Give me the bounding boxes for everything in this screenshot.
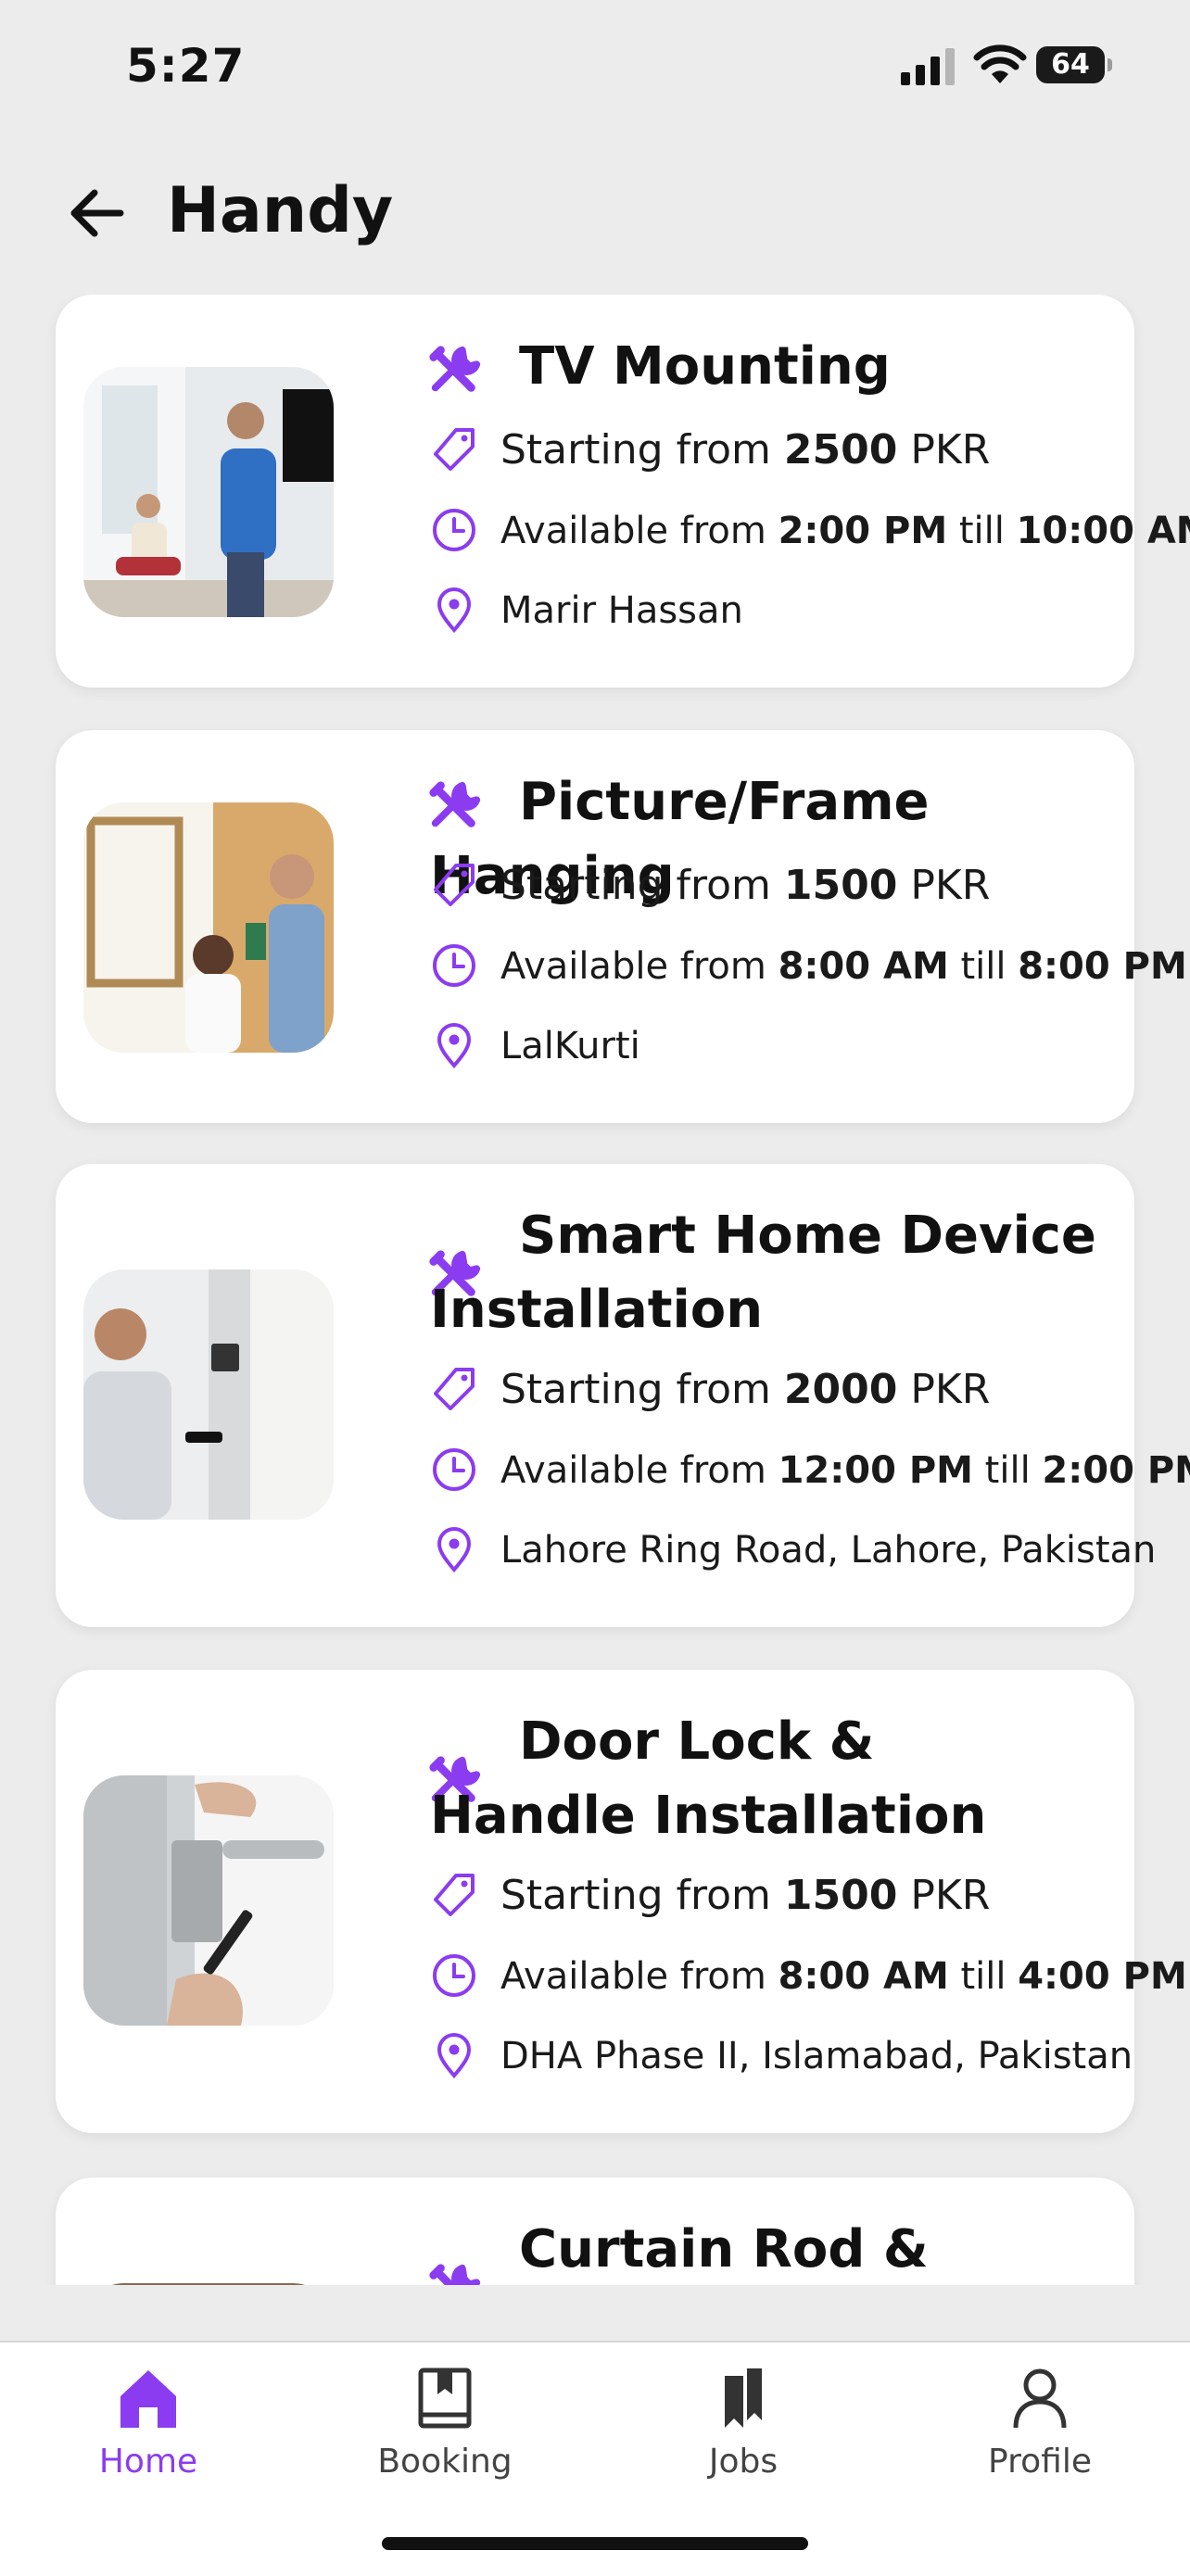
bottom-nav: Home Booking Jobs Profile	[0, 2341, 1190, 2576]
price-tag-icon	[434, 864, 475, 906]
availability-text: Available from 2:00 PM till 10:00 AM	[500, 510, 1190, 552]
availability-text: Available from 8:00 AM till 4:00 PM	[500, 1955, 1187, 1998]
battery-icon: 64	[1036, 46, 1112, 85]
battery-level: 64	[1036, 46, 1105, 83]
service-thumbnail	[83, 1269, 334, 1520]
price-tag-icon	[434, 1874, 475, 1916]
person-icon	[1013, 2368, 1067, 2429]
price-text: Starting from 1500 PKR	[500, 1872, 991, 1919]
back-arrow-icon[interactable]	[63, 180, 130, 246]
price-tag-icon	[434, 428, 475, 471]
nav-profile[interactable]: Profile	[938, 2361, 1142, 2500]
service-card[interactable]: Door Lock & Handle Installation Starting…	[56, 1670, 1187, 2133]
service-card[interactable]: Curtain Rod & Blinds	[56, 2178, 1134, 2285]
status-bar: 5:27 64	[0, 0, 1190, 139]
service-thumbnail	[83, 802, 334, 1053]
nav-jobs[interactable]: Jobs	[641, 2361, 845, 2500]
service-card[interactable]: Picture/Frame Hanging Starting from 1500…	[56, 730, 1187, 1123]
service-title: Curtain Rod & Blinds	[519, 2219, 929, 2279]
bookmarks-icon	[725, 2368, 762, 2428]
location-pin-icon	[437, 1527, 472, 1573]
service-list[interactable]: TV Mounting Starting from 2500 PKR Avail…	[0, 295, 1190, 2285]
location-pin-icon	[437, 1023, 472, 1069]
service-title: Smart Home Device Installation	[430, 1206, 1096, 1340]
location-text: Lahore Ring Road, Lahore, Pakistan	[500, 1529, 1157, 1572]
price-text: Starting from 1500 PKR	[500, 862, 991, 909]
nav-label: Booking	[377, 2443, 513, 2481]
nav-home[interactable]: Home	[46, 2361, 250, 2500]
location-text: Marir Hassan	[500, 589, 743, 632]
service-thumbnail	[83, 2283, 334, 2285]
cellular-signal-icon	[901, 48, 955, 85]
book-icon	[418, 2368, 472, 2429]
clock-icon	[433, 1954, 475, 1997]
nav-booking[interactable]: Booking	[343, 2361, 547, 2500]
location-text: LalKurti	[500, 1025, 640, 1067]
service-card[interactable]: Smart Home Device Installation Starting …	[56, 1164, 1190, 1627]
price-text: Starting from 2000 PKR	[500, 1366, 991, 1413]
clock-icon	[433, 509, 475, 551]
service-card[interactable]: TV Mounting Starting from 2500 PKR Avail…	[56, 295, 1190, 688]
location-pin-icon	[437, 2033, 472, 2079]
service-title: Door Lock & Handle Installation	[430, 1711, 987, 1846]
location-pin-icon	[437, 587, 472, 634]
nav-label: Home	[98, 2443, 198, 2481]
nav-label: Jobs	[708, 2443, 779, 2481]
location-text: DHA Phase II, Islamabad, Pakistan	[500, 2035, 1133, 2077]
header: Handy	[0, 167, 1190, 259]
home-indicator	[382, 2537, 808, 2550]
page-title: Handy	[167, 174, 394, 247]
availability-text: Available from 8:00 AM till 8:00 PM	[500, 945, 1187, 988]
clock-icon	[433, 1448, 475, 1491]
home-icon	[120, 2370, 176, 2428]
wifi-icon	[973, 44, 1027, 83]
nav-label: Profile	[988, 2443, 1092, 2481]
clock-icon	[433, 944, 475, 987]
status-time: 5:27	[126, 39, 246, 93]
service-thumbnail	[83, 367, 334, 617]
availability-text: Available from 12:00 PM till 2:00 PM	[500, 1449, 1190, 1492]
price-tag-icon	[434, 1368, 475, 1410]
service-title: TV Mounting	[519, 336, 891, 397]
service-thumbnail	[83, 1775, 334, 2026]
price-text: Starting from 2500 PKR	[500, 426, 991, 474]
